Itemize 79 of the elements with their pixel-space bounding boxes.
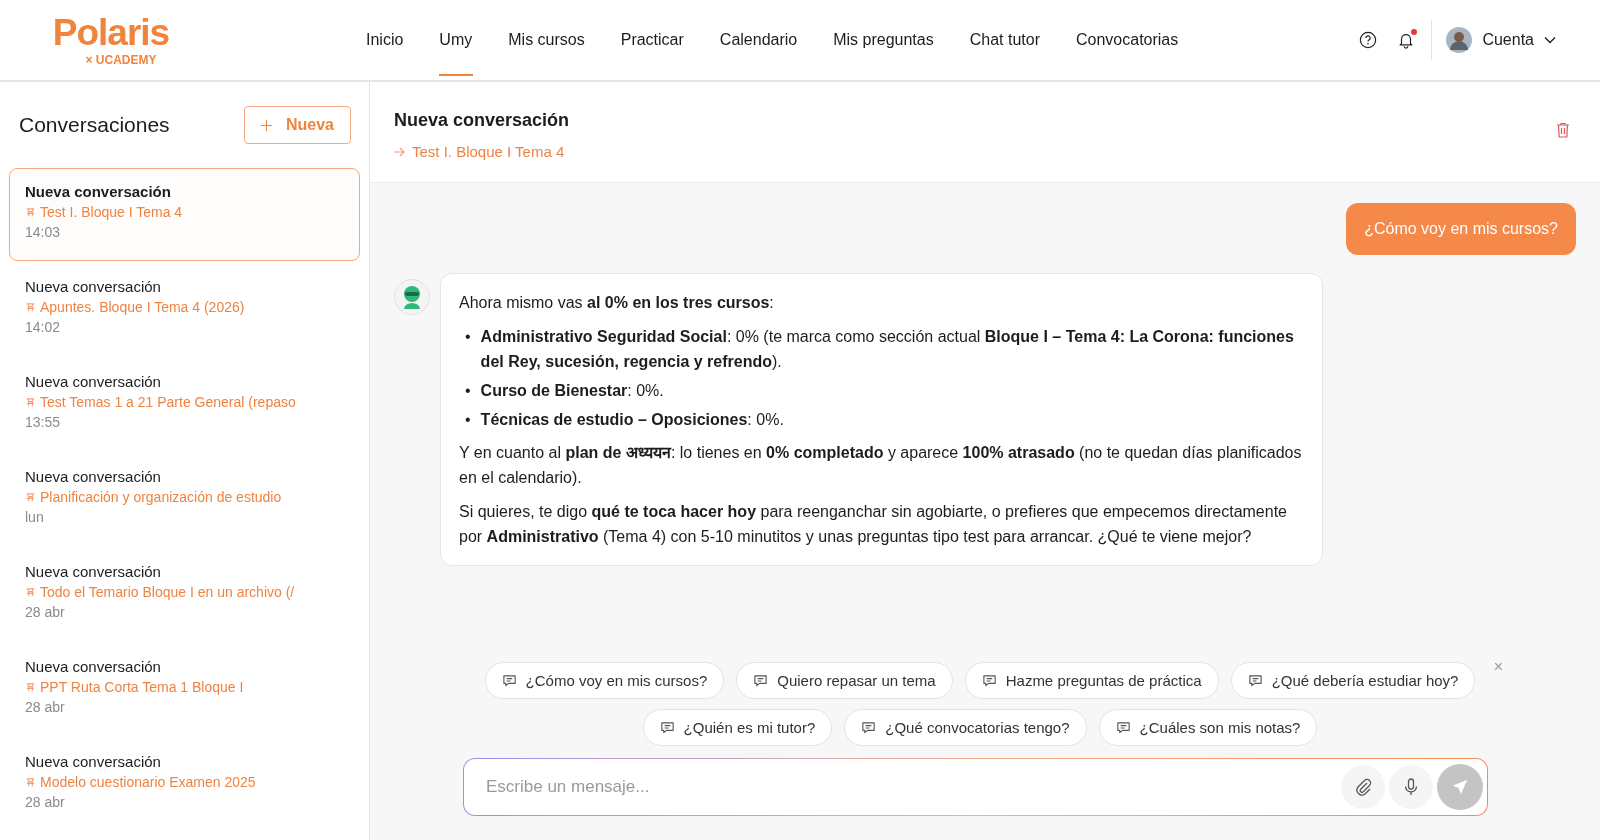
plus-icon xyxy=(260,119,272,131)
conversation-source: PPT Ruta Corta Tema 1 Bloque I xyxy=(40,679,244,695)
conversation-source: Planificación y organización de estudio xyxy=(40,489,282,505)
conversation-time: 28 abr xyxy=(25,699,66,715)
suggestion-chip[interactable]: ¿Qué convocatorias tengo? xyxy=(844,709,1087,746)
user-message: ¿Cómo voy en mis cursos? xyxy=(1346,203,1576,255)
conversation-source: Test I. Bloque I Tema 4 xyxy=(40,204,183,220)
message-paragraph: Y en cuanto al plan de अध्ययन: lo tienes en 0% completado y aparece 100% atrasado (no te quedan días planificados en el calendario). xyxy=(459,443,1303,488)
nav-tab[interactable]: Chat tutor xyxy=(951,0,1058,80)
message-composer[interactable]: Escribe un mensaje... xyxy=(463,758,1488,816)
conversation-source: Test Temas 1 a 21 Parte General (repaso xyxy=(40,394,296,410)
conversation-title: Nueva conversación xyxy=(25,563,162,580)
conversation-title: Nueva conversación xyxy=(25,278,162,295)
tag-icon xyxy=(25,206,36,218)
message-input[interactable]: Escribe un mensaje... xyxy=(464,759,1337,815)
conversation-source: Modelo cuestionario Examen 2025 xyxy=(40,774,256,790)
conversation-source: Todo el Temario Bloque I en un archivo (/ xyxy=(40,584,295,600)
message-paragraph: Si quieres, te digo qué te toca hacer hoy para reenganchar sin agobiarte, o prefieres que empecemos directamente por Administrativo (Tema 4) con 5-10 minutitos y unas preguntas tipo test para arrancar. ¿Qué te viene mejor? xyxy=(459,502,1288,547)
bullet: • xyxy=(465,381,471,401)
chat-bubble-icon xyxy=(861,720,877,735)
suggestion-chip[interactable]: ¿Qué debería estudiar hoy? xyxy=(1230,662,1476,699)
conversation-time: lun xyxy=(25,509,45,525)
suggestion-chip[interactable]: Quiero repasar un tema xyxy=(736,662,953,699)
conversation-time: 13:55 xyxy=(25,414,62,430)
nav-tab[interactable]: Umy xyxy=(421,0,491,80)
bullet: • xyxy=(465,410,471,430)
nav-tab[interactable]: Inicio xyxy=(348,0,422,80)
chat-bubble-icon xyxy=(1115,720,1131,735)
chat-bubble-icon xyxy=(753,673,769,688)
nav-tab[interactable]: Calendario xyxy=(701,0,816,80)
nav-tab[interactable]: Practicar xyxy=(602,0,702,80)
nav-tab[interactable]: Mis cursos xyxy=(490,0,603,80)
arrow-right-icon xyxy=(394,146,406,157)
tag-icon xyxy=(25,586,36,598)
tag-icon xyxy=(25,776,36,788)
conversation-title: Nueva conversación xyxy=(25,658,162,675)
conversation-time: 28 abr xyxy=(25,604,66,620)
nav-tab[interactable]: Convocatorias xyxy=(1058,0,1197,80)
message-list-item: Administrativo Seguridad Social: 0% (te marca como sección actual Bloque I – Tema 4: La Corona: funciones del Rey, sucesión, regencia y refrendo). xyxy=(480,327,1295,372)
bot-avatar xyxy=(394,279,430,315)
conversation-time: 14:02 xyxy=(25,319,62,335)
tag-icon xyxy=(25,301,36,313)
conversation-time: 14:03 xyxy=(25,224,62,240)
conversation-title: Nueva conversación xyxy=(25,468,162,485)
paperclip-icon xyxy=(1353,777,1373,797)
trash-icon xyxy=(1556,122,1570,138)
avatar-icon xyxy=(1446,27,1473,53)
chat-bubble-icon xyxy=(981,673,997,688)
sidebar-title: Conversaciones xyxy=(19,113,170,137)
message-list-item: Curso de Bienestar: 0%. xyxy=(480,381,664,401)
nav-tab[interactable]: Mis preguntas xyxy=(815,0,952,80)
message-paragraph: Ahora mismo vas al 0% en los tres cursos: xyxy=(459,293,775,313)
tag-icon xyxy=(25,396,36,408)
conversation-title: Nueva conversación xyxy=(25,183,172,200)
help-icon xyxy=(1359,31,1378,49)
suggestion-chip[interactable]: ¿Cuáles son mis notas? xyxy=(1098,709,1318,746)
chat-bubble-icon xyxy=(659,720,675,735)
send-icon xyxy=(1451,778,1469,796)
suggestion-chip[interactable]: Hazme preguntas de práctica xyxy=(964,662,1219,699)
account-menu[interactable]: Cuenta xyxy=(1442,23,1560,57)
logo-partner: × UCADEMY xyxy=(85,52,157,67)
conversation-heading: Nueva conversación xyxy=(394,110,570,131)
message-list-item: Técnicas de estudio – Oposiciones: 0%. xyxy=(480,410,784,430)
suggestion-chip[interactable]: ¿Quién es mi tutor? xyxy=(642,709,833,746)
microphone-button[interactable] xyxy=(1389,765,1433,809)
conversation-source: Apuntes. Bloque I Tema 4 (2026) xyxy=(40,299,245,315)
conversation-item[interactable]: Nueva conversación Test I. Bloque I Tema 4 14:03 xyxy=(9,168,360,261)
conversation-title: Nueva conversación xyxy=(25,373,162,390)
tag-icon xyxy=(25,491,36,503)
conversation-title: Nueva conversación xyxy=(25,753,162,770)
attach-button[interactable] xyxy=(1341,765,1385,809)
delete-button[interactable] xyxy=(1556,122,1570,138)
suggestion-chip[interactable]: ¿Cómo voy en mis cursos? xyxy=(484,662,725,699)
conversation-time: 28 abr xyxy=(25,794,66,810)
tag-icon xyxy=(25,681,36,693)
bullet: • xyxy=(465,327,471,347)
chat-bubble-icon xyxy=(1247,673,1263,688)
chevron-down-icon xyxy=(1544,36,1556,44)
chat-bubble-icon xyxy=(501,673,517,688)
